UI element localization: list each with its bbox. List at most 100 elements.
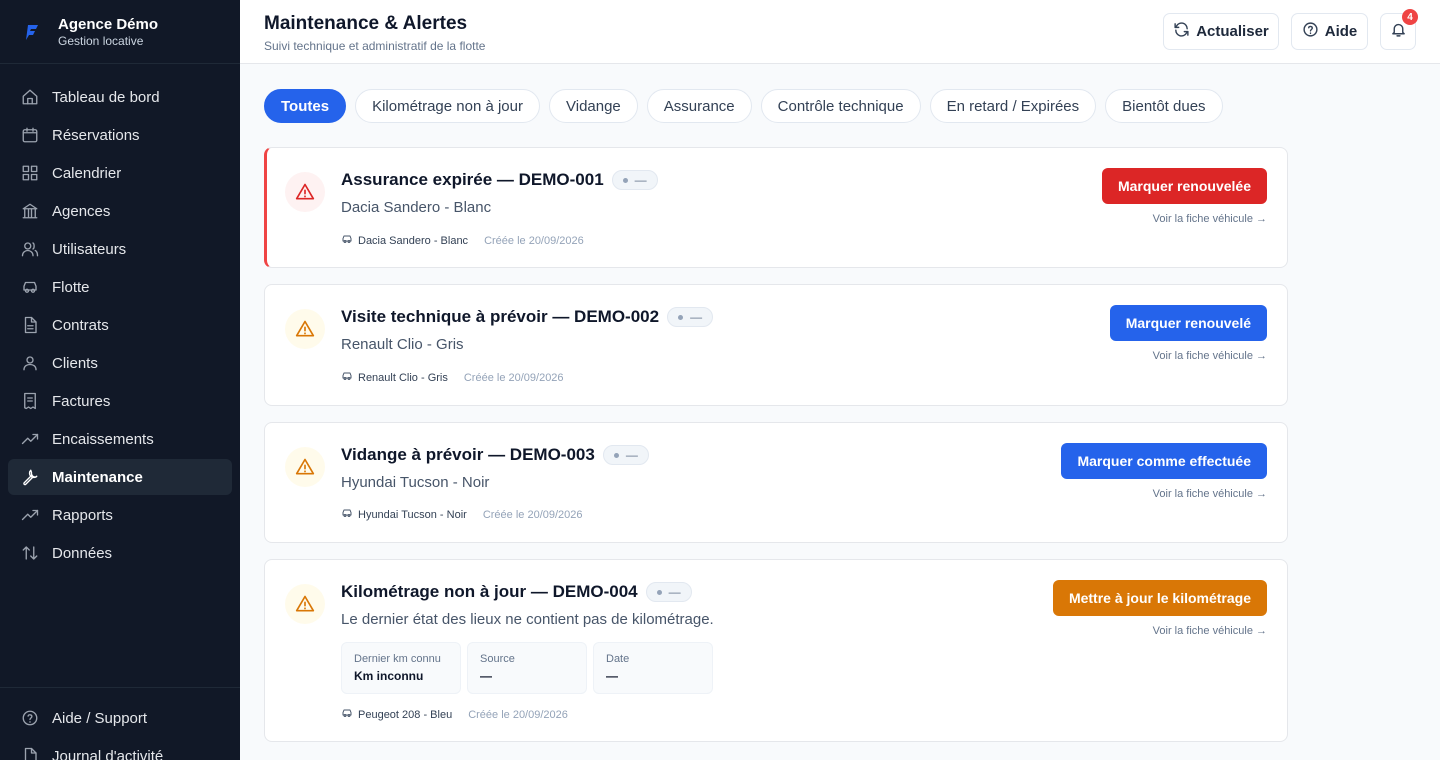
status-badge-text: — — [668, 585, 681, 599]
sidebar-item-label: Rapports — [52, 506, 113, 524]
top-header: Maintenance & Alertes Suivi technique et… — [240, 0, 1440, 64]
sidebar-item-clients[interactable]: Clients — [8, 345, 232, 381]
notifications-badge: 4 — [1402, 9, 1418, 25]
sidebar-item-label: Flotte — [52, 278, 90, 296]
sidebar-item-flotte[interactable]: Flotte — [8, 269, 232, 305]
status-badge: — — [602, 445, 649, 465]
alert-title: Kilométrage non à jour — DEMO-004 — — [341, 582, 692, 602]
sidebar-item-label: Utilisateurs — [52, 240, 127, 258]
sidebar-item-label: Réservations — [52, 126, 140, 144]
vehicle-name: Hyundai Tucson - Noir — [358, 508, 467, 521]
user-icon — [20, 353, 40, 373]
stat-date: Date — — [593, 642, 713, 694]
car-icon — [341, 233, 358, 248]
bell-icon — [1390, 21, 1407, 42]
stat-label: Dernier km connu — [354, 653, 441, 665]
stat-label: Source — [480, 653, 515, 665]
update-mileage-button[interactable]: Mettre à jour le kilométrage — [1052, 580, 1267, 616]
brand-name: Agence Démo — [58, 15, 159, 33]
warning-icon — [285, 172, 325, 212]
alert-subtitle: Renault Clio - Gris — [341, 336, 464, 353]
sidebar-item-label: Calendrier — [52, 164, 122, 182]
sidebar-item-utilisateurs[interactable]: Utilisateurs — [8, 231, 232, 267]
sidebar: Agence Démo Gestion locative Tableau de … — [0, 0, 240, 760]
sidebar-item-contrats[interactable]: Contrats — [8, 307, 232, 343]
refresh-icon — [1173, 21, 1190, 42]
help-button[interactable]: Aide — [1291, 13, 1368, 50]
sidebar-item-label: Maintenance — [52, 468, 143, 486]
sidebar-item-aide-support[interactable]: Aide / Support — [8, 700, 232, 736]
filter-kilometrage[interactable]: Kilométrage non à jour — [355, 89, 540, 123]
mark-done-button[interactable]: Marquer comme effectuée — [1061, 443, 1267, 479]
stat-value: — — [480, 669, 492, 683]
sidebar-item-maintenance[interactable]: Maintenance — [8, 459, 232, 495]
page-title: Maintenance & Alertes — [264, 13, 468, 34]
alert-title: Vidange à prévoir — DEMO-003 — — [341, 445, 649, 465]
status-badge: — — [667, 307, 714, 327]
notifications-button[interactable]: 4 — [1380, 9, 1418, 50]
car-icon — [341, 507, 358, 522]
view-vehicle-link[interactable]: Voir la fiche véhicule → — [1153, 213, 1267, 225]
mileage-stats: Dernier km connu Km inconnu Source — Dat… — [341, 642, 719, 694]
brand-subtitle: Gestion locative — [58, 33, 144, 48]
status-badge: — — [645, 582, 692, 602]
users-icon — [20, 239, 40, 259]
alert-card: Visite technique à prévoir — DEMO-002 — … — [264, 284, 1288, 406]
sidebar-item-factures[interactable]: Factures — [8, 383, 232, 419]
sidebar-item-journal-activite[interactable]: Journal d'activité — [8, 738, 232, 760]
brand[interactable]: Agence Démo Gestion locative — [0, 0, 240, 64]
sidebar-item-reservations[interactable]: Réservations — [8, 117, 232, 153]
car-icon — [341, 707, 358, 722]
created-date: Créée le 20/09/2026 — [482, 508, 583, 521]
alert-subtitle: Hyundai Tucson - Noir — [341, 474, 490, 491]
view-vehicle-link[interactable]: Voir la fiche véhicule → — [1153, 488, 1267, 500]
warning-icon — [285, 447, 325, 487]
created-date: Créée le 20/09/2026 — [484, 234, 584, 247]
help-circle-icon — [1302, 21, 1319, 42]
alert-card: Vidange à prévoir — DEMO-003 — Hyundai T… — [264, 422, 1288, 543]
filter-vidange[interactable]: Vidange — [549, 89, 638, 123]
warning-icon — [285, 584, 325, 624]
sidebar-item-encaissements[interactable]: Encaissements — [8, 421, 232, 457]
grid-icon — [20, 163, 40, 183]
filter-chips: Toutes Kilométrage non à jour Vidange As… — [264, 89, 1232, 123]
sidebar-item-label: Tableau de bord — [52, 88, 160, 106]
alert-subtitle: Le dernier état des lieux ne contient pa… — [341, 611, 714, 628]
filter-en-retard[interactable]: En retard / Expirées — [929, 89, 1097, 123]
sidebar-item-calendrier[interactable]: Calendrier — [8, 155, 232, 191]
sort-icon — [20, 543, 40, 563]
help-icon — [20, 708, 40, 728]
sidebar-item-label: Agences — [52, 202, 111, 220]
stat-value: — — [606, 669, 618, 683]
status-dot — [622, 177, 628, 183]
filter-toutes[interactable]: Toutes — [264, 89, 347, 123]
sidebar-nav: Tableau de bord Réservations Calendrier … — [0, 64, 240, 571]
view-vehicle-link[interactable]: Voir la fiche véhicule → — [1153, 625, 1267, 637]
sidebar-item-label: Aide / Support — [52, 709, 148, 727]
mark-renewed-button[interactable]: Marquer renouvelé — [1109, 305, 1267, 341]
stat-last-km: Dernier km connu Km inconnu — [341, 642, 461, 694]
sidebar-item-tableau-de-bord[interactable]: Tableau de bord — [8, 79, 232, 115]
sidebar-item-agences[interactable]: Agences — [8, 193, 232, 229]
alert-title-text: Kilométrage non à jour — DEMO-004 — [341, 582, 638, 601]
calendar-icon — [20, 125, 40, 145]
filter-assurance[interactable]: Assurance — [646, 89, 752, 123]
brand-logo-icon — [20, 20, 44, 44]
warning-icon — [285, 309, 325, 349]
stat-label: Date — [606, 653, 630, 665]
mark-renewed-button[interactable]: Marquer renouvelée — [1101, 168, 1267, 204]
sidebar-item-donnees[interactable]: Données — [8, 535, 232, 571]
filter-controle-technique[interactable]: Contrôle technique — [760, 89, 921, 123]
refresh-button[interactable]: Actualiser — [1163, 13, 1279, 50]
status-badge-text: — — [690, 310, 703, 324]
receipt-icon — [20, 391, 40, 411]
sidebar-item-label: Données — [52, 544, 113, 562]
stat-source: Source — — [467, 642, 587, 694]
building-icon — [20, 201, 40, 221]
filter-bientot-dues[interactable]: Bientôt dues — [1105, 89, 1223, 123]
alert-title: Visite technique à prévoir — DEMO-002 — — [341, 307, 714, 327]
sidebar-item-rapports[interactable]: Rapports — [8, 497, 232, 533]
file-icon — [20, 315, 40, 335]
alert-card: Assurance expirée — DEMO-001 — Dacia San… — [264, 147, 1288, 268]
view-vehicle-link[interactable]: Voir la fiche véhicule → — [1153, 350, 1267, 362]
